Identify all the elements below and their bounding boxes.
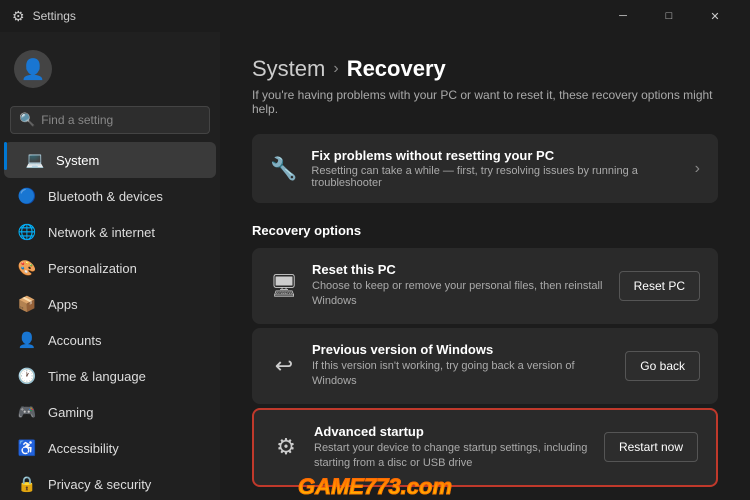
sidebar-item-label-gaming: Gaming <box>48 405 94 420</box>
advanced-text: Advanced startup Restart your device to … <box>314 424 590 472</box>
sidebar-item-label-time: Time & language <box>48 369 146 384</box>
sidebar-item-label-accounts: Accounts <box>48 333 101 348</box>
network-icon: 🌐 <box>18 223 36 241</box>
chevron-right-icon: › <box>695 160 700 178</box>
previous-title: Previous version of Windows <box>312 342 611 357</box>
content-area: System › Recovery If you're having probl… <box>220 32 750 500</box>
personalization-icon: 🎨 <box>18 259 36 277</box>
sidebar-item-label-bluetooth: Bluetooth & devices <box>48 189 163 204</box>
previous-text: Previous version of Windows If this vers… <box>312 342 611 390</box>
titlebar-title: Settings <box>33 9 76 23</box>
reset-icon: 🖥 <box>270 273 298 299</box>
minimize-button[interactable]: ─ <box>600 0 646 32</box>
system-icon: 💻 <box>26 151 44 169</box>
fix-title: Fix problems without resetting your PC <box>311 148 680 163</box>
privacy-icon: 🔒 <box>18 475 36 493</box>
sidebar-item-apps[interactable]: 📦 Apps <box>4 286 216 322</box>
reset-text: Reset this PC Choose to keep or remove y… <box>312 262 605 310</box>
maximize-button[interactable]: □ <box>646 0 692 32</box>
active-indicator <box>4 142 7 170</box>
search-input[interactable] <box>41 113 201 127</box>
recovery-options-header: Recovery options <box>252 223 718 238</box>
advanced-desc: Restart your device to change startup se… <box>314 441 590 472</box>
previous-desc: If this version isn't working, try going… <box>312 359 611 390</box>
fix-text: Fix problems without resetting your PC R… <box>311 148 680 189</box>
sidebar-item-time[interactable]: 🕐 Time & language <box>4 358 216 394</box>
sidebar-item-label-accessibility: Accessibility <box>48 441 119 456</box>
previous-icon: ↩ <box>270 353 298 379</box>
accessibility-icon: ♿ <box>18 439 36 457</box>
time-icon: 🕐 <box>18 367 36 385</box>
fix-description: Resetting can take a while — first, try … <box>311 165 680 189</box>
bluetooth-icon: 🔵 <box>18 187 36 205</box>
sidebar-item-bluetooth[interactable]: 🔵 Bluetooth & devices <box>4 178 216 214</box>
advanced-startup-card: ⚙ Advanced startup Restart your device t… <box>252 408 718 488</box>
sidebar-item-personalization[interactable]: 🎨 Personalization <box>4 250 216 286</box>
settings-icon: ⚙ <box>12 8 25 25</box>
advanced-icon: ⚙ <box>272 434 300 460</box>
sidebar-item-label-personalization: Personalization <box>48 261 137 276</box>
reset-pc-card: 🖥 Reset this PC Choose to keep or remove… <box>252 248 718 324</box>
breadcrumb-current: Recovery <box>347 56 446 82</box>
fix-problems-card[interactable]: 🔧 Fix problems without resetting your PC… <box>252 134 718 203</box>
reset-desc: Choose to keep or remove your personal f… <box>312 279 605 310</box>
sidebar-item-label-apps: Apps <box>48 297 78 312</box>
sidebar-item-label-network: Network & internet <box>48 225 155 240</box>
restart-now-button[interactable]: Restart now <box>604 432 698 462</box>
breadcrumb: System › Recovery <box>252 56 718 82</box>
avatar: 👤 <box>14 50 52 88</box>
search-box[interactable]: 🔍 <box>10 106 210 134</box>
advanced-title: Advanced startup <box>314 424 590 439</box>
breadcrumb-chevron: › <box>333 60 338 78</box>
sidebar-item-label-system: System <box>56 153 99 168</box>
sidebar-item-system[interactable]: 💻 System <box>4 142 216 178</box>
reset-pc-button[interactable]: Reset PC <box>619 271 700 301</box>
close-button[interactable]: ✕ <box>692 0 738 32</box>
sidebar-item-accounts[interactable]: 👤 Accounts <box>4 322 216 358</box>
sidebar-item-privacy[interactable]: 🔒 Privacy & security <box>4 466 216 500</box>
accounts-icon: 👤 <box>18 331 36 349</box>
sidebar-item-network[interactable]: 🌐 Network & internet <box>4 214 216 250</box>
gaming-icon: 🎮 <box>18 403 36 421</box>
sidebar-item-label-privacy: Privacy & security <box>48 477 151 492</box>
titlebar: ⚙ Settings ─ □ ✕ <box>0 0 750 32</box>
fix-icon: 🔧 <box>270 156 297 182</box>
app-body: 👤 🔍 💻 System 🔵 Bluetooth & devices 🌐 Net… <box>0 32 750 500</box>
sidebar-profile: 👤 <box>0 40 220 102</box>
search-icon: 🔍 <box>19 112 35 128</box>
page-subtitle: If you're having problems with your PC o… <box>252 88 718 116</box>
reset-title: Reset this PC <box>312 262 605 277</box>
nav-item-wrapper-system: 💻 System <box>0 142 220 178</box>
previous-version-card: ↩ Previous version of Windows If this ve… <box>252 328 718 404</box>
sidebar: 👤 🔍 💻 System 🔵 Bluetooth & devices 🌐 Net… <box>0 32 220 500</box>
window-controls: ─ □ ✕ <box>600 0 738 32</box>
breadcrumb-parent: System <box>252 56 325 82</box>
sidebar-item-gaming[interactable]: 🎮 Gaming <box>4 394 216 430</box>
go-back-button[interactable]: Go back <box>625 351 700 381</box>
sidebar-item-accessibility[interactable]: ♿ Accessibility <box>4 430 216 466</box>
apps-icon: 📦 <box>18 295 36 313</box>
